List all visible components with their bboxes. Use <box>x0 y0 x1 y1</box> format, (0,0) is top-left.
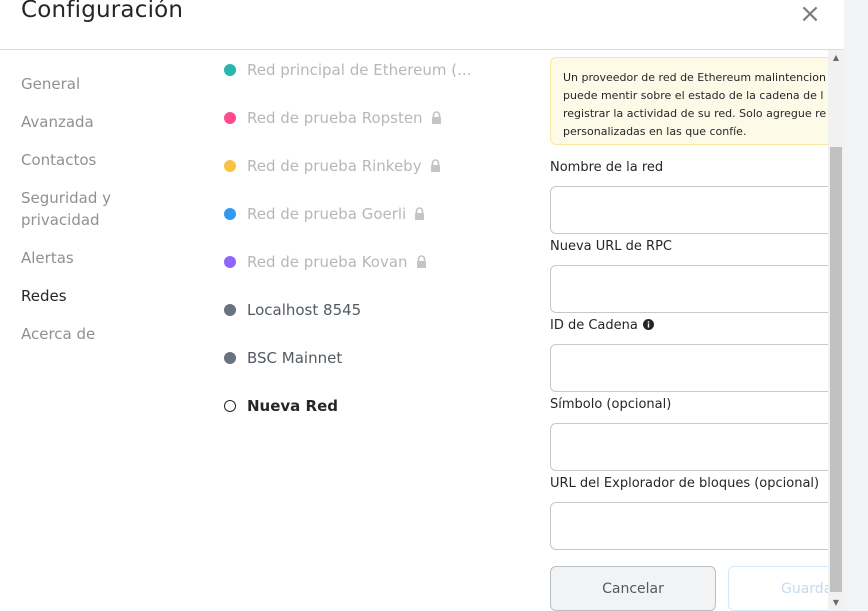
network-color-dot <box>224 160 236 172</box>
lock-icon <box>431 110 441 124</box>
network-color-dot <box>224 256 236 268</box>
form-scrollbar[interactable]: ▲ ▼ <box>828 50 844 611</box>
network-label-wrap: Red de prueba Kovan <box>247 250 427 274</box>
network-label-wrap: Red de prueba Goerli <box>247 202 425 226</box>
network-item-kovan[interactable]: Red de prueba Kovan <box>224 250 524 298</box>
scrollbar-thumb[interactable] <box>830 147 842 592</box>
lock-icon <box>415 206 425 220</box>
network-color-dot <box>224 400 236 412</box>
network-label: Localhost 8545 <box>247 301 362 319</box>
network-color-dot <box>224 112 236 124</box>
warning-box: Un proveedor de red de Ethereum malinten… <box>550 57 844 145</box>
network-item-rinkeby[interactable]: Red de prueba Rinkeby <box>224 154 524 202</box>
network-label: Nueva Red <box>247 397 338 415</box>
network-item-goerli[interactable]: Red de prueba Goerli <box>224 202 524 250</box>
sidebar-item-networks[interactable]: Redes <box>21 285 201 307</box>
network-color-dot <box>224 304 236 316</box>
network-item-new[interactable]: Nueva Red <box>224 394 524 442</box>
network-name-label: Nombre de la red <box>550 160 664 175</box>
network-list: Red principal de Ethereum (... Red de pr… <box>224 58 524 442</box>
info-icon[interactable] <box>642 319 654 330</box>
close-icon: × <box>799 0 821 29</box>
block-explorer-label: URL del Explorador de bloques (opcional) <box>550 476 820 491</box>
backdrop-strip <box>844 0 868 611</box>
sidebar-item-contacts[interactable]: Contactos <box>21 149 201 171</box>
lock-icon <box>416 254 426 268</box>
scroll-up-arrow-icon[interactable]: ▲ <box>828 50 844 66</box>
sidebar-item-about[interactable]: Acerca de <box>21 323 201 345</box>
warning-line: registrar la actividad de su red. Solo a… <box>563 107 827 120</box>
network-name-input[interactable] <box>550 186 844 234</box>
lock-icon <box>430 158 440 172</box>
rpc-url-label: Nueva URL de RPC <box>550 239 673 254</box>
network-label: Red de prueba Kovan <box>247 253 408 271</box>
chain-id-label-row: ID de Cadena <box>550 318 654 333</box>
settings-panel: Configuración × General Avanzada Contact… <box>0 0 844 611</box>
warning-line: puede mentir sobre el estado de la caden… <box>563 89 824 102</box>
chain-id-input[interactable] <box>550 344 844 392</box>
network-label-wrap: Red de prueba Rinkeby <box>247 154 441 178</box>
save-button[interactable]: Guardar <box>728 566 844 611</box>
network-item-bsc[interactable]: BSC Mainnet <box>224 346 524 394</box>
network-label-wrap: Red de prueba Ropsten <box>247 106 442 130</box>
sidebar-item-advanced[interactable]: Avanzada <box>21 111 201 133</box>
sidebar-item-general[interactable]: General <box>21 73 201 95</box>
network-label: BSC Mainnet <box>247 349 343 367</box>
symbol-input[interactable] <box>550 423 844 471</box>
close-button[interactable]: × <box>798 0 822 29</box>
network-item-ropsten[interactable]: Red de prueba Ropsten <box>224 106 524 154</box>
network-label: Red principal de Ethereum (... <box>247 61 472 79</box>
symbol-label: Símbolo (opcional) <box>550 397 672 412</box>
rpc-url-input[interactable] <box>550 265 844 313</box>
cancel-button[interactable]: Cancelar <box>550 566 716 611</box>
sidebar-item-security-privacy[interactable]: Seguridad y privacidad <box>21 187 201 231</box>
scroll-down-arrow-icon[interactable]: ▼ <box>828 595 844 611</box>
settings-header: Configuración × <box>0 0 844 50</box>
network-color-dot <box>224 208 236 220</box>
warning-line: personalizadas en las que confíe. <box>563 125 747 138</box>
network-color-dot <box>224 352 236 364</box>
settings-sidebar: General Avanzada Contactos Seguridad y p… <box>21 73 201 361</box>
chain-id-label: ID de Cadena <box>550 318 638 333</box>
network-label: Red de prueba Rinkeby <box>247 157 422 175</box>
network-item-mainnet[interactable]: Red principal de Ethereum (... <box>224 58 524 106</box>
warning-line: Un proveedor de red de Ethereum malinten… <box>563 71 826 84</box>
network-label: Red de prueba Ropsten <box>247 109 423 127</box>
block-explorer-input[interactable] <box>550 502 844 550</box>
network-item-localhost[interactable]: Localhost 8545 <box>224 298 524 346</box>
page-title: Configuración <box>21 0 184 23</box>
sidebar-item-alerts[interactable]: Alertas <box>21 247 201 269</box>
network-label: Red de prueba Goerli <box>247 205 407 223</box>
network-color-dot <box>224 64 236 76</box>
